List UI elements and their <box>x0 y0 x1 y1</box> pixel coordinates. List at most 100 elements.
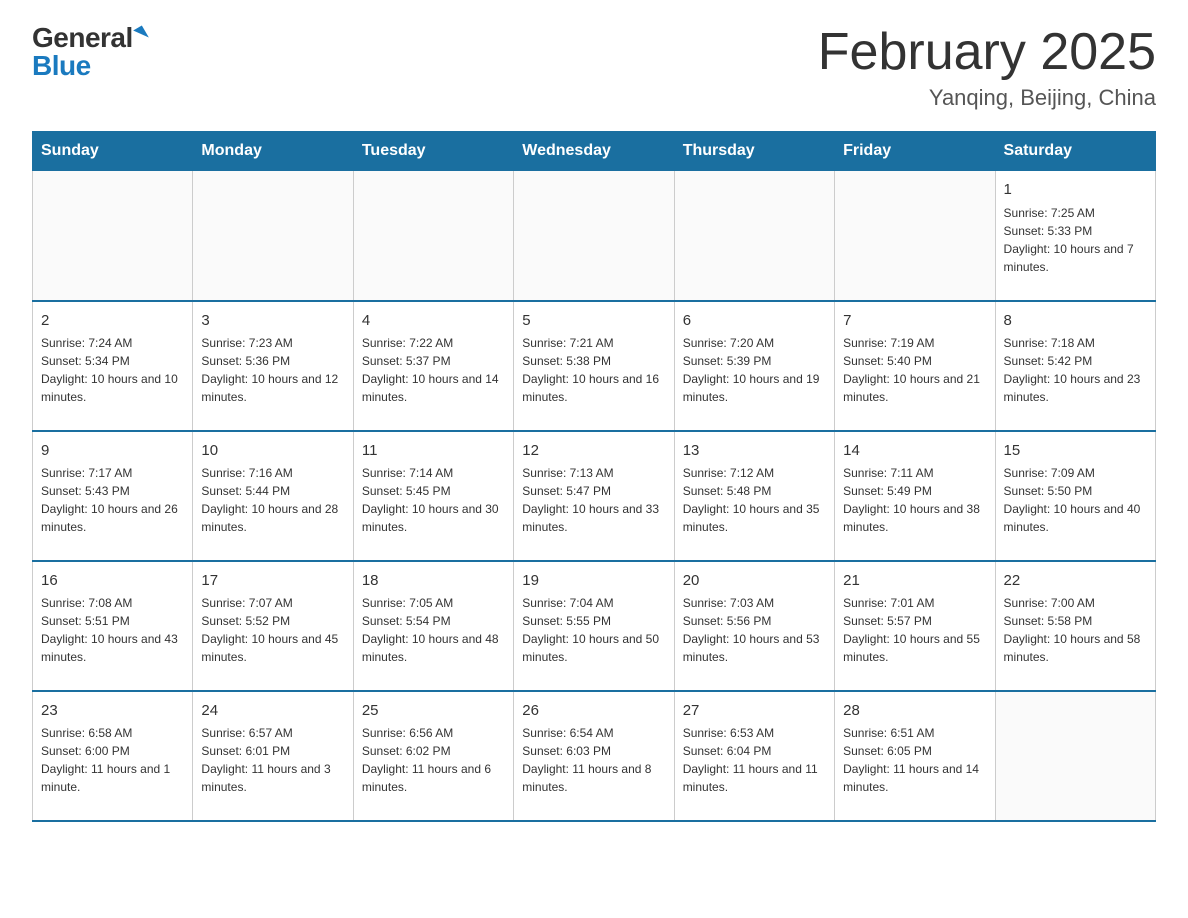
calendar-week-row: 16Sunrise: 7:08 AMSunset: 5:51 PMDayligh… <box>33 561 1156 691</box>
day-info: Sunrise: 6:51 AMSunset: 6:05 PMDaylight:… <box>843 724 986 796</box>
day-info: Sunrise: 7:20 AMSunset: 5:39 PMDaylight:… <box>683 334 826 406</box>
day-info: Sunrise: 6:54 AMSunset: 6:03 PMDaylight:… <box>522 724 665 796</box>
day-number: 10 <box>201 440 344 463</box>
calendar-day-cell: 5Sunrise: 7:21 AMSunset: 5:38 PMDaylight… <box>514 301 674 431</box>
calendar-day-cell: 15Sunrise: 7:09 AMSunset: 5:50 PMDayligh… <box>995 431 1155 561</box>
calendar-day-cell: 10Sunrise: 7:16 AMSunset: 5:44 PMDayligh… <box>193 431 353 561</box>
day-info: Sunrise: 7:25 AMSunset: 5:33 PMDaylight:… <box>1004 204 1147 276</box>
logo-blue-text: Blue <box>32 52 91 80</box>
day-info: Sunrise: 7:23 AMSunset: 5:36 PMDaylight:… <box>201 334 344 406</box>
calendar-day-cell: 7Sunrise: 7:19 AMSunset: 5:40 PMDaylight… <box>835 301 995 431</box>
day-number: 21 <box>843 570 986 593</box>
calendar-day-cell: 17Sunrise: 7:07 AMSunset: 5:52 PMDayligh… <box>193 561 353 691</box>
day-number: 5 <box>522 310 665 333</box>
day-info: Sunrise: 7:00 AMSunset: 5:58 PMDaylight:… <box>1004 594 1147 666</box>
day-number: 15 <box>1004 440 1147 463</box>
calendar-day-cell: 14Sunrise: 7:11 AMSunset: 5:49 PMDayligh… <box>835 431 995 561</box>
logo: General Blue <box>32 24 146 80</box>
calendar-day-cell <box>33 171 193 301</box>
day-info: Sunrise: 7:03 AMSunset: 5:56 PMDaylight:… <box>683 594 826 666</box>
header-sunday: Sunday <box>33 132 193 171</box>
day-number: 2 <box>41 310 184 333</box>
calendar-day-cell: 25Sunrise: 6:56 AMSunset: 6:02 PMDayligh… <box>353 691 513 821</box>
calendar-day-cell: 11Sunrise: 7:14 AMSunset: 5:45 PMDayligh… <box>353 431 513 561</box>
calendar-day-cell: 18Sunrise: 7:05 AMSunset: 5:54 PMDayligh… <box>353 561 513 691</box>
day-info: Sunrise: 7:14 AMSunset: 5:45 PMDaylight:… <box>362 464 505 536</box>
day-info: Sunrise: 7:01 AMSunset: 5:57 PMDaylight:… <box>843 594 986 666</box>
day-number: 26 <box>522 700 665 723</box>
calendar-day-cell: 27Sunrise: 6:53 AMSunset: 6:04 PMDayligh… <box>674 691 834 821</box>
day-number: 19 <box>522 570 665 593</box>
day-number: 3 <box>201 310 344 333</box>
day-info: Sunrise: 7:11 AMSunset: 5:49 PMDaylight:… <box>843 464 986 536</box>
location-title: Yanqing, Beijing, China <box>818 85 1156 111</box>
calendar-day-cell: 9Sunrise: 7:17 AMSunset: 5:43 PMDaylight… <box>33 431 193 561</box>
calendar-day-cell: 2Sunrise: 7:24 AMSunset: 5:34 PMDaylight… <box>33 301 193 431</box>
day-number: 8 <box>1004 310 1147 333</box>
calendar-table: Sunday Monday Tuesday Wednesday Thursday… <box>32 131 1156 822</box>
month-title: February 2025 <box>818 24 1156 81</box>
day-info: Sunrise: 6:56 AMSunset: 6:02 PMDaylight:… <box>362 724 505 796</box>
day-info: Sunrise: 7:09 AMSunset: 5:50 PMDaylight:… <box>1004 464 1147 536</box>
calendar-header: Sunday Monday Tuesday Wednesday Thursday… <box>33 132 1156 171</box>
day-info: Sunrise: 6:58 AMSunset: 6:00 PMDaylight:… <box>41 724 184 796</box>
header-wednesday: Wednesday <box>514 132 674 171</box>
calendar-day-cell <box>193 171 353 301</box>
day-info: Sunrise: 7:13 AMSunset: 5:47 PMDaylight:… <box>522 464 665 536</box>
header-tuesday: Tuesday <box>353 132 513 171</box>
day-number: 18 <box>362 570 505 593</box>
calendar-day-cell: 21Sunrise: 7:01 AMSunset: 5:57 PMDayligh… <box>835 561 995 691</box>
calendar-day-cell <box>995 691 1155 821</box>
header-monday: Monday <box>193 132 353 171</box>
calendar-day-cell <box>835 171 995 301</box>
calendar-week-row: 23Sunrise: 6:58 AMSunset: 6:00 PMDayligh… <box>33 691 1156 821</box>
calendar-day-cell: 12Sunrise: 7:13 AMSunset: 5:47 PMDayligh… <box>514 431 674 561</box>
calendar-week-row: 2Sunrise: 7:24 AMSunset: 5:34 PMDaylight… <box>33 301 1156 431</box>
day-info: Sunrise: 7:24 AMSunset: 5:34 PMDaylight:… <box>41 334 184 406</box>
calendar-day-cell: 24Sunrise: 6:57 AMSunset: 6:01 PMDayligh… <box>193 691 353 821</box>
day-info: Sunrise: 7:12 AMSunset: 5:48 PMDaylight:… <box>683 464 826 536</box>
day-number: 20 <box>683 570 826 593</box>
day-info: Sunrise: 6:57 AMSunset: 6:01 PMDaylight:… <box>201 724 344 796</box>
calendar-day-cell: 1Sunrise: 7:25 AMSunset: 5:33 PMDaylight… <box>995 171 1155 301</box>
calendar-day-cell: 8Sunrise: 7:18 AMSunset: 5:42 PMDaylight… <box>995 301 1155 431</box>
calendar-day-cell: 26Sunrise: 6:54 AMSunset: 6:03 PMDayligh… <box>514 691 674 821</box>
day-number: 16 <box>41 570 184 593</box>
calendar-day-cell: 19Sunrise: 7:04 AMSunset: 5:55 PMDayligh… <box>514 561 674 691</box>
weekday-header-row: Sunday Monday Tuesday Wednesday Thursday… <box>33 132 1156 171</box>
day-info: Sunrise: 7:05 AMSunset: 5:54 PMDaylight:… <box>362 594 505 666</box>
calendar-day-cell: 6Sunrise: 7:20 AMSunset: 5:39 PMDaylight… <box>674 301 834 431</box>
header-thursday: Thursday <box>674 132 834 171</box>
calendar-day-cell: 23Sunrise: 6:58 AMSunset: 6:00 PMDayligh… <box>33 691 193 821</box>
day-number: 13 <box>683 440 826 463</box>
day-number: 12 <box>522 440 665 463</box>
header-friday: Friday <box>835 132 995 171</box>
day-number: 11 <box>362 440 505 463</box>
day-number: 28 <box>843 700 986 723</box>
day-info: Sunrise: 7:19 AMSunset: 5:40 PMDaylight:… <box>843 334 986 406</box>
day-number: 1 <box>1004 179 1147 202</box>
calendar-day-cell: 13Sunrise: 7:12 AMSunset: 5:48 PMDayligh… <box>674 431 834 561</box>
day-info: Sunrise: 7:08 AMSunset: 5:51 PMDaylight:… <box>41 594 184 666</box>
calendar-day-cell: 28Sunrise: 6:51 AMSunset: 6:05 PMDayligh… <box>835 691 995 821</box>
day-number: 7 <box>843 310 986 333</box>
calendar-day-cell <box>674 171 834 301</box>
day-info: Sunrise: 7:07 AMSunset: 5:52 PMDaylight:… <box>201 594 344 666</box>
calendar-day-cell: 22Sunrise: 7:00 AMSunset: 5:58 PMDayligh… <box>995 561 1155 691</box>
day-info: Sunrise: 6:53 AMSunset: 6:04 PMDaylight:… <box>683 724 826 796</box>
header-saturday: Saturday <box>995 132 1155 171</box>
title-section: February 2025 Yanqing, Beijing, China <box>818 24 1156 111</box>
day-info: Sunrise: 7:17 AMSunset: 5:43 PMDaylight:… <box>41 464 184 536</box>
day-number: 14 <box>843 440 986 463</box>
calendar-day-cell: 3Sunrise: 7:23 AMSunset: 5:36 PMDaylight… <box>193 301 353 431</box>
day-number: 25 <box>362 700 505 723</box>
day-info: Sunrise: 7:22 AMSunset: 5:37 PMDaylight:… <box>362 334 505 406</box>
day-number: 4 <box>362 310 505 333</box>
calendar-day-cell: 20Sunrise: 7:03 AMSunset: 5:56 PMDayligh… <box>674 561 834 691</box>
calendar-day-cell <box>353 171 513 301</box>
day-number: 23 <box>41 700 184 723</box>
day-info: Sunrise: 7:16 AMSunset: 5:44 PMDaylight:… <box>201 464 344 536</box>
calendar-day-cell <box>514 171 674 301</box>
day-number: 22 <box>1004 570 1147 593</box>
calendar-day-cell: 16Sunrise: 7:08 AMSunset: 5:51 PMDayligh… <box>33 561 193 691</box>
